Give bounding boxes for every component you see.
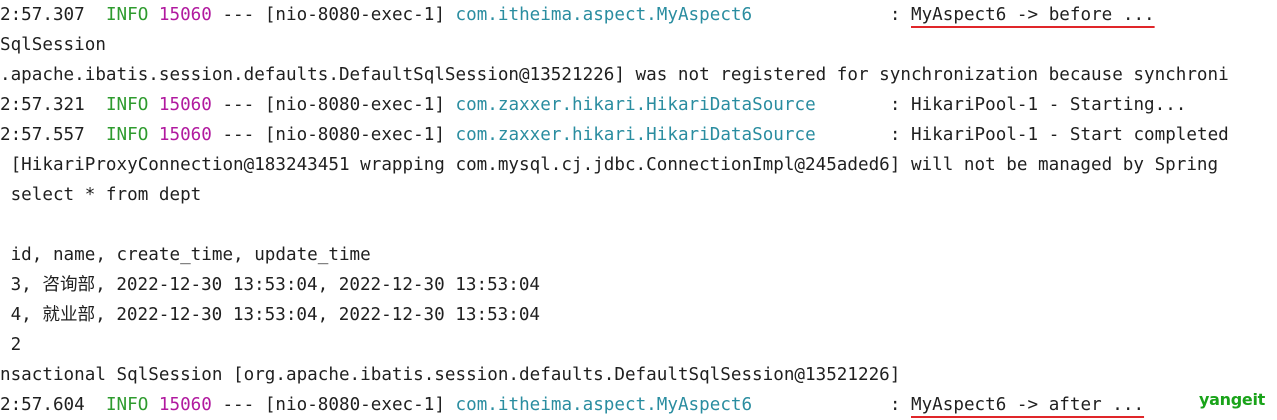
log-message: MyAspect6 -> before ...: [911, 5, 1155, 25]
log-timestamp: 2:57.604: [0, 395, 85, 415]
log-pid: 15060: [158, 395, 212, 415]
console-text: id, name, create_time, update_time: [0, 245, 371, 265]
console-text-line: 3, 咨询部, 2022-12-30 13:53:04, 2022-12-30 …: [0, 270, 540, 300]
log-message: HikariPool-1 - Start completed: [911, 125, 1229, 145]
console-text: select * from dept: [0, 185, 202, 205]
log-timestamp: 2:57.557: [0, 125, 85, 145]
console-text: [HikariProxyConnection@183243451 wrappin…: [0, 155, 1219, 175]
console-text: 4, 就业部, 2022-12-30 13:53:04, 2022-12-30 …: [0, 305, 541, 325]
log-line: 2:57.321 INFO 15060 --- [nio-8080-exec-1…: [0, 90, 1186, 120]
log-separator: ---: [222, 95, 255, 115]
log-thread: [nio-8080-exec-1]: [264, 5, 445, 25]
log-thread: [nio-8080-exec-1]: [264, 95, 445, 115]
console-text-line: 2: [0, 330, 22, 360]
log-pid: 15060: [158, 125, 212, 145]
log-logger: com.itheima.aspect.MyAspect6: [455, 395, 753, 415]
log-message: MyAspect6 -> after ...: [911, 395, 1145, 415]
console-text: 2: [0, 335, 22, 355]
log-separator: ---: [222, 395, 255, 415]
log-timestamp: 2:57.307: [0, 5, 85, 25]
log-padding: [752, 395, 890, 415]
log-logger: com.itheima.aspect.MyAspect6: [455, 5, 753, 25]
log-thread: [nio-8080-exec-1]: [264, 125, 445, 145]
console-text: .apache.ibatis.session.defaults.DefaultS…: [0, 65, 1229, 85]
log-line: 2:57.604 INFO 15060 --- [nio-8080-exec-1…: [0, 390, 1144, 420]
log-logger: com.zaxxer.hikari.HikariDataSource: [455, 95, 816, 115]
log-level: INFO: [105, 395, 149, 415]
watermark-logo: yangeit: [1199, 390, 1265, 409]
log-colon: :: [889, 395, 901, 415]
log-colon: :: [889, 95, 901, 115]
log-separator: ---: [222, 5, 255, 25]
console-text-line: [HikariProxyConnection@183243451 wrappin…: [0, 150, 1219, 180]
console-text-line: 4, 就业部, 2022-12-30 13:53:04, 2022-12-30 …: [0, 300, 540, 330]
log-colon: :: [889, 5, 901, 25]
console-output: 2:57.307 INFO 15060 --- [nio-8080-exec-1…: [0, 0, 1277, 420]
log-padding: [816, 125, 890, 145]
log-padding: [752, 5, 890, 25]
log-pid: 15060: [158, 95, 212, 115]
console-text: 3, 咨询部, 2022-12-30 13:53:04, 2022-12-30 …: [0, 275, 541, 295]
console-text-line: id, name, create_time, update_time: [0, 240, 371, 270]
log-line: 2:57.307 INFO 15060 --- [nio-8080-exec-1…: [0, 0, 1155, 30]
log-message: HikariPool-1 - Starting...: [911, 95, 1187, 115]
log-level: INFO: [105, 5, 149, 25]
log-timestamp: 2:57.321: [0, 95, 85, 115]
log-separator: ---: [222, 125, 255, 145]
console-text: SqlSession: [0, 35, 106, 55]
log-pid: 15060: [158, 5, 212, 25]
log-thread: [nio-8080-exec-1]: [264, 395, 445, 415]
log-colon: :: [889, 125, 901, 145]
console-text-line: select * from dept: [0, 180, 202, 210]
log-padding: [816, 95, 890, 115]
console-text-line: SqlSession: [0, 30, 106, 60]
console-text-line: .apache.ibatis.session.defaults.DefaultS…: [0, 60, 1229, 90]
log-line: 2:57.557 INFO 15060 --- [nio-8080-exec-1…: [0, 120, 1229, 150]
log-logger: com.zaxxer.hikari.HikariDataSource: [455, 125, 816, 145]
log-level: INFO: [105, 95, 149, 115]
console-text-line: nsactional SqlSession [org.apache.ibatis…: [0, 360, 900, 390]
log-level: INFO: [105, 125, 149, 145]
console-text: nsactional SqlSession [org.apache.ibatis…: [0, 365, 901, 385]
